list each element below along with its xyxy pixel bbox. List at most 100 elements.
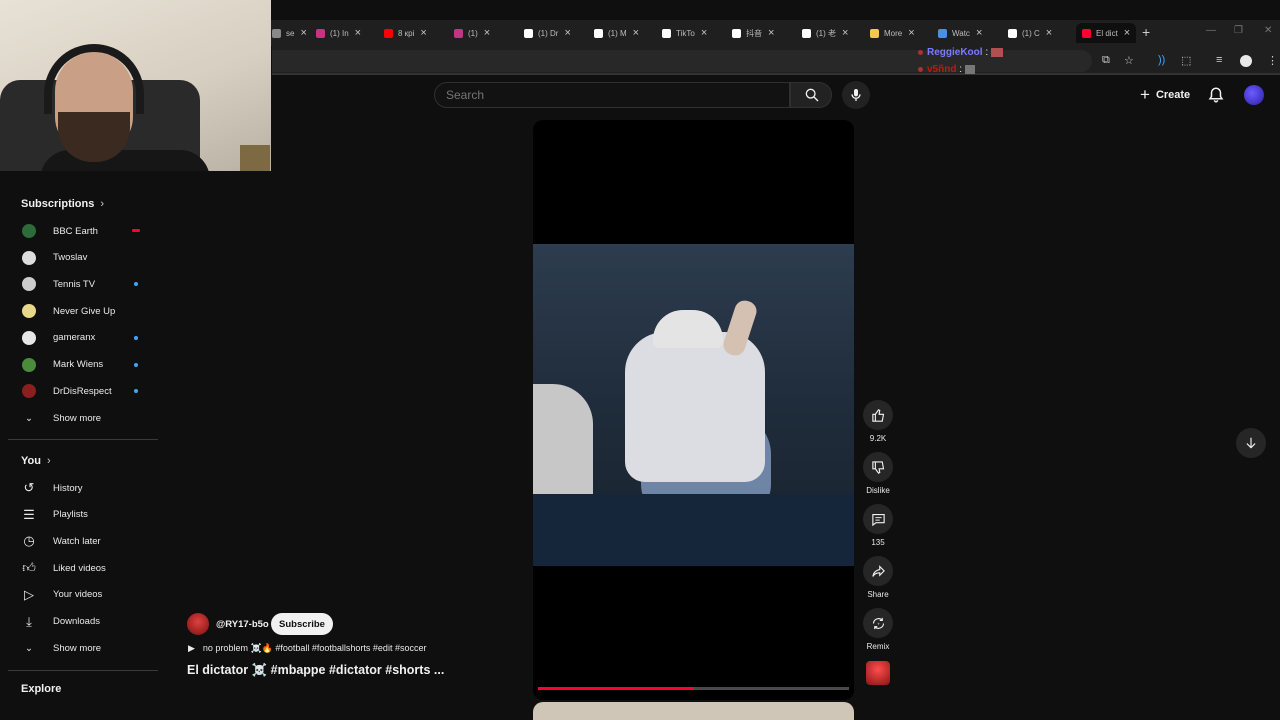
browser-tab[interactable]: (1) In × (316, 23, 361, 43)
you-item[interactable]: ↺ History (21, 478, 151, 498)
browser-tab[interactable]: 抖音 × (732, 23, 774, 43)
search-button[interactable] (790, 82, 832, 108)
tab-label: Watc (952, 28, 970, 38)
new-content-dot (134, 362, 138, 367)
media-control-icon[interactable]: ≡ (1216, 54, 1222, 66)
new-tab-button[interactable]: + (1142, 24, 1150, 40)
browser-tab[interactable]: (1) Dr × (524, 23, 571, 43)
subscription-item[interactable]: Mark Wiens (21, 355, 151, 375)
subscriptions-heading[interactable]: Subscriptions › (21, 198, 104, 210)
voice-search-button[interactable] (842, 81, 870, 109)
thumbs-down-icon (871, 460, 884, 474)
tab-close-icon[interactable]: × (420, 27, 426, 39)
browser-tab[interactable]: (1) 老 × (802, 23, 848, 43)
you-item-label: Downloads (53, 616, 100, 627)
install-app-icon[interactable]: ⧉ (1102, 54, 1110, 67)
remix-icon: + (872, 617, 884, 629)
short-description[interactable]: ▶ no problem ☠️🔥 #football #footballshor… (188, 643, 426, 654)
bookmark-star-icon[interactable]: ☆ (1124, 54, 1134, 67)
browser-tab[interactable]: TikTo × (662, 23, 707, 43)
tab-close-icon[interactable]: × (300, 27, 306, 39)
tab-close-icon[interactable]: × (1124, 27, 1130, 39)
show-more-subscriptions[interactable]: ⌄ Show more (21, 408, 151, 428)
page-load-line (272, 73, 1280, 75)
create-button[interactable]: + Create (1140, 86, 1190, 103)
minimize-icon[interactable]: — (1206, 25, 1216, 36)
comments-button[interactable]: 135 (862, 504, 894, 547)
tab-close-icon[interactable]: × (976, 27, 982, 39)
browser-menu-icon[interactable]: ⋮ (1267, 54, 1278, 67)
channel-avatar (22, 357, 36, 372)
tab-close-icon[interactable]: × (768, 27, 774, 39)
tab-close-icon[interactable]: × (564, 27, 570, 39)
subscription-label: Mark Wiens (53, 359, 104, 370)
subscription-item[interactable]: Tennis TV (21, 274, 151, 294)
dislike-button[interactable]: Dislike (862, 452, 894, 495)
play-icon: ▶ (188, 643, 195, 653)
chevron-right-icon: › (46, 455, 51, 467)
tab-favicon-icon (384, 28, 393, 38)
tab-close-icon[interactable]: × (908, 27, 914, 39)
tab-label: (1) M (608, 28, 627, 38)
you-item[interactable]: ⤓ Downloads (21, 612, 151, 632)
search-input[interactable] (446, 88, 746, 102)
browser-tab[interactable]: Watc × (938, 23, 982, 43)
maximize-icon[interactable]: ❐ (1234, 25, 1243, 36)
share-button[interactable]: Share (862, 556, 894, 599)
channel-avatar[interactable] (187, 613, 209, 635)
chevron-down-icon: ⌄ (25, 412, 33, 424)
subscription-label: Twoslav (53, 252, 88, 264)
browser-tab[interactable]: 8 крi × (384, 23, 427, 43)
channel-avatar (22, 384, 36, 399)
browser-tab[interactable]: (1) M × (594, 23, 639, 43)
like-button[interactable]: 9.2K (862, 400, 894, 443)
like-count: 9.2K (869, 434, 887, 443)
subscription-item[interactable]: Never Give Up (21, 301, 151, 321)
channel-avatar (22, 224, 36, 238)
you-item[interactable]: ◷ Watch later (21, 531, 151, 551)
browser-tab[interactable]: se × (272, 23, 307, 43)
short-title[interactable]: El dictator ☠️ #mbappe #dictator #shorts… (187, 663, 444, 678)
subscription-label: DrDisRespect (53, 385, 112, 397)
subscription-item[interactable]: gameranx (21, 328, 151, 348)
channel-avatar (22, 277, 36, 292)
tab-favicon-icon (662, 28, 671, 38)
stream-chat-overlay: ReggieKool : v5ñnd : (918, 44, 1003, 78)
tab-close-icon[interactable]: × (633, 27, 639, 39)
remix-button[interactable]: + Remix (862, 608, 894, 651)
tab-close-icon[interactable]: × (842, 27, 848, 39)
profile-icon[interactable] (1240, 55, 1252, 67)
close-window-icon[interactable]: ✕ (1264, 25, 1272, 36)
next-short-preview[interactable] (533, 702, 854, 720)
browser-tab[interactable]: More × (870, 23, 915, 43)
you-item[interactable]: 👍︎ Liked videos (21, 558, 151, 578)
you-item[interactable]: ☰ Playlists (21, 505, 151, 525)
short-video-player[interactable] (533, 120, 854, 700)
chat-emote (964, 64, 975, 74)
next-video-button[interactable] (1236, 428, 1266, 458)
you-heading[interactable]: You › (21, 455, 51, 467)
show-more-you[interactable]: ⌄ Show more (21, 638, 151, 658)
channel-name[interactable]: @RY17-b5o (216, 619, 269, 630)
subscription-item[interactable]: DrDisRespect (21, 381, 151, 401)
browser-tab[interactable]: (1) C × (1008, 23, 1052, 43)
account-avatar[interactable] (1244, 85, 1264, 105)
tab-close-icon[interactable]: × (1046, 27, 1052, 39)
browser-tab[interactable]: (1) × (454, 23, 490, 43)
notifications-button[interactable] (1207, 86, 1225, 109)
subscription-item[interactable]: Twoslav (21, 248, 151, 268)
tab-favicon-icon (870, 28, 879, 38)
tab-close-icon[interactable]: × (484, 27, 490, 39)
subscribe-button[interactable]: Subscribe (271, 613, 333, 635)
video-progress-bar[interactable] (538, 687, 849, 690)
sound-thumbnail[interactable] (866, 661, 890, 685)
tab-close-icon[interactable]: × (355, 27, 361, 39)
tab-label: 抖音 (746, 28, 762, 38)
chat-emote (990, 47, 1003, 57)
chevron-down-icon: ⌄ (25, 642, 33, 654)
browser-tab[interactable]: El dict × (1076, 23, 1137, 43)
you-item[interactable]: ▷ Your videos (21, 585, 151, 605)
tab-close-icon[interactable]: × (701, 27, 707, 39)
extensions-puzzle-icon[interactable]: ⬚ (1181, 54, 1191, 67)
extension-audio-icon[interactable]: )) (1158, 54, 1165, 66)
